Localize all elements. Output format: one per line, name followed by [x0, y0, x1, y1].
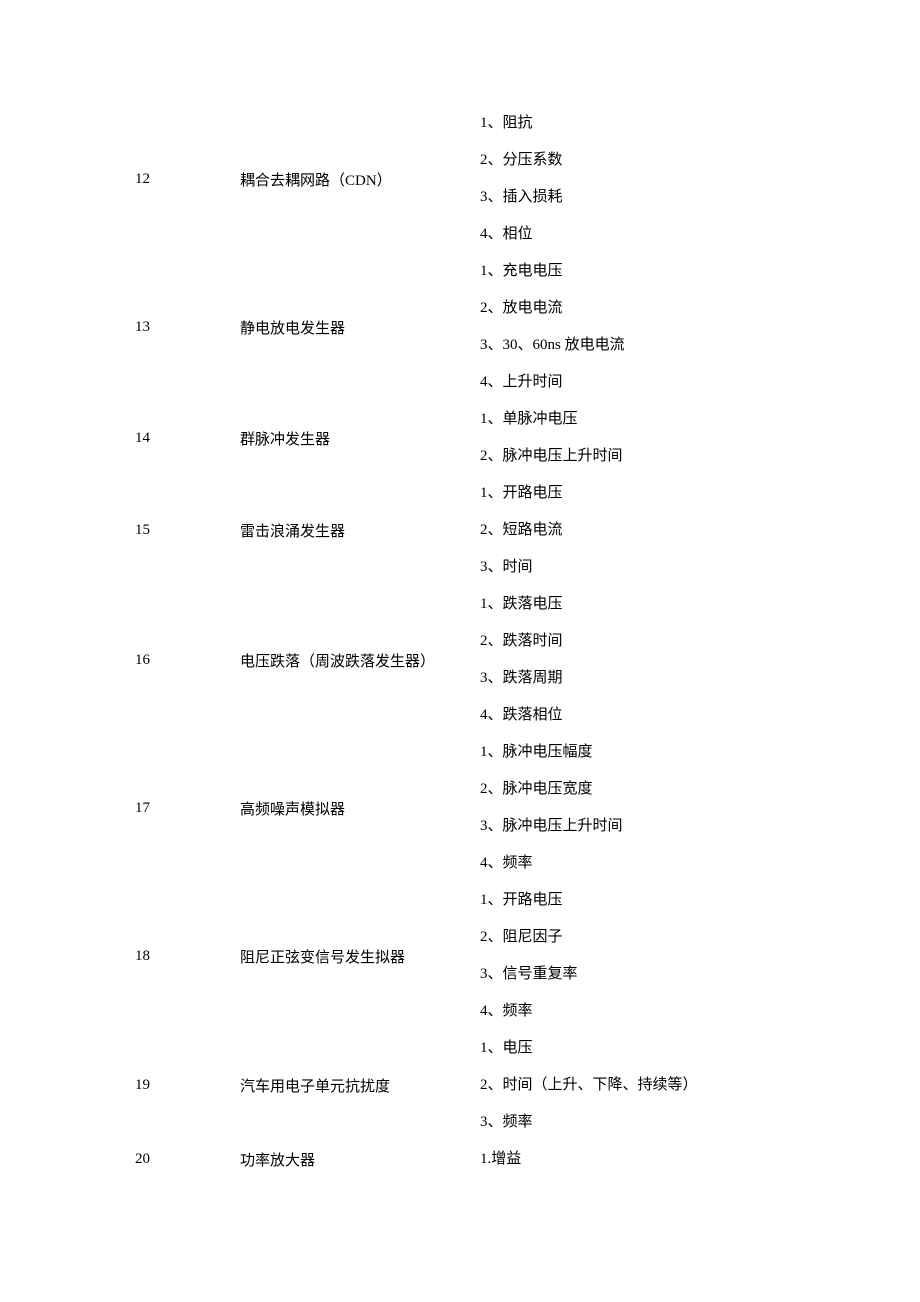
row-name: 电压跌落（周波跌落发生器） — [240, 650, 480, 671]
param-item: 2、短路电流 — [480, 512, 920, 549]
row-index: 15 — [135, 522, 240, 539]
row-name: 雷击浪涌发生器 — [240, 520, 480, 541]
row-name: 群脉冲发生器 — [240, 428, 480, 449]
table-row: 20功率放大器1.增益 — [135, 1141, 920, 1178]
param-item: 2、阻尼因子 — [480, 919, 920, 956]
param-item: 3、信号重复率 — [480, 956, 920, 993]
param-item: 1、阻抗 — [480, 105, 920, 142]
table-row: 19汽车用电子单元抗扰度1、电压2、时间（上升、下降、持续等）3、频率 — [135, 1030, 920, 1141]
row-index: 12 — [135, 171, 240, 188]
param-item: 1、跌落电压 — [480, 586, 920, 623]
row-name: 汽车用电子单元抗扰度 — [240, 1075, 480, 1096]
row-index: 20 — [135, 1151, 240, 1168]
param-item: 4、相位 — [480, 216, 920, 253]
table-row: 14群脉冲发生器1、单脉冲电压2、脉冲电压上升时间 — [135, 401, 920, 475]
param-item: 2、分压系数 — [480, 142, 920, 179]
table-row: 16电压跌落（周波跌落发生器）1、跌落电压2、跌落时间3、跌落周期4、跌落相位 — [135, 586, 920, 734]
row-params: 1、跌落电压2、跌落时间3、跌落周期4、跌落相位 — [480, 586, 920, 734]
param-item: 3、跌落周期 — [480, 660, 920, 697]
row-name: 高频噪声模拟器 — [240, 798, 480, 819]
param-item: 3、脉冲电压上升时间 — [480, 808, 920, 845]
row-params: 1、电压2、时间（上升、下降、持续等）3、频率 — [480, 1030, 920, 1141]
row-name: 功率放大器 — [240, 1149, 480, 1170]
table-row: 18阻尼正弦变信号发生拟器1、开路电压2、阻尼因子3、信号重复率4、频率 — [135, 882, 920, 1030]
row-params: 1.增益 — [480, 1141, 920, 1178]
row-name: 静电放电发生器 — [240, 317, 480, 338]
param-item: 2、脉冲电压宽度 — [480, 771, 920, 808]
row-index: 17 — [135, 800, 240, 817]
param-item: 1、开路电压 — [480, 882, 920, 919]
param-item: 4、跌落相位 — [480, 697, 920, 734]
param-item: 3、频率 — [480, 1104, 920, 1141]
row-name: 耦合去耦网路（CDN） — [240, 169, 480, 190]
param-item: 4、频率 — [480, 993, 920, 1030]
param-item: 1、充电电压 — [480, 253, 920, 290]
row-index: 19 — [135, 1077, 240, 1094]
row-index: 18 — [135, 948, 240, 965]
param-item: 1、脉冲电压幅度 — [480, 734, 920, 771]
table-row: 17高频噪声模拟器1、脉冲电压幅度2、脉冲电压宽度3、脉冲电压上升时间4、频率 — [135, 734, 920, 882]
param-item: 1、电压 — [480, 1030, 920, 1067]
param-item: 4、频率 — [480, 845, 920, 882]
row-params: 1、开路电压2、阻尼因子3、信号重复率4、频率 — [480, 882, 920, 1030]
table-row: 15雷击浪涌发生器1、开路电压2、短路电流3、时间 — [135, 475, 920, 586]
param-item: 1.增益 — [480, 1141, 920, 1178]
parameter-table: 12耦合去耦网路（CDN）1、阻抗2、分压系数3、插入损耗4、相位13静电放电发… — [0, 105, 920, 1178]
row-index: 16 — [135, 652, 240, 669]
table-row: 13静电放电发生器1、充电电压2、放电电流3、30、60ns 放电电流4、上升时… — [135, 253, 920, 401]
param-item: 2、时间（上升、下降、持续等） — [480, 1067, 920, 1104]
table-row: 12耦合去耦网路（CDN）1、阻抗2、分压系数3、插入损耗4、相位 — [135, 105, 920, 253]
row-index: 13 — [135, 319, 240, 336]
param-item: 2、放电电流 — [480, 290, 920, 327]
param-item: 3、时间 — [480, 549, 920, 586]
param-item: 2、脉冲电压上升时间 — [480, 438, 920, 475]
row-params: 1、充电电压2、放电电流3、30、60ns 放电电流4、上升时间 — [480, 253, 920, 401]
param-item: 3、插入损耗 — [480, 179, 920, 216]
param-item: 2、跌落时间 — [480, 623, 920, 660]
param-item: 1、开路电压 — [480, 475, 920, 512]
row-params: 1、脉冲电压幅度2、脉冲电压宽度3、脉冲电压上升时间4、频率 — [480, 734, 920, 882]
row-params: 1、阻抗2、分压系数3、插入损耗4、相位 — [480, 105, 920, 253]
row-params: 1、开路电压2、短路电流3、时间 — [480, 475, 920, 586]
param-item: 1、单脉冲电压 — [480, 401, 920, 438]
param-item: 4、上升时间 — [480, 364, 920, 401]
param-item: 3、30、60ns 放电电流 — [480, 327, 920, 364]
row-name: 阻尼正弦变信号发生拟器 — [240, 946, 480, 967]
row-params: 1、单脉冲电压2、脉冲电压上升时间 — [480, 401, 920, 475]
row-index: 14 — [135, 430, 240, 447]
